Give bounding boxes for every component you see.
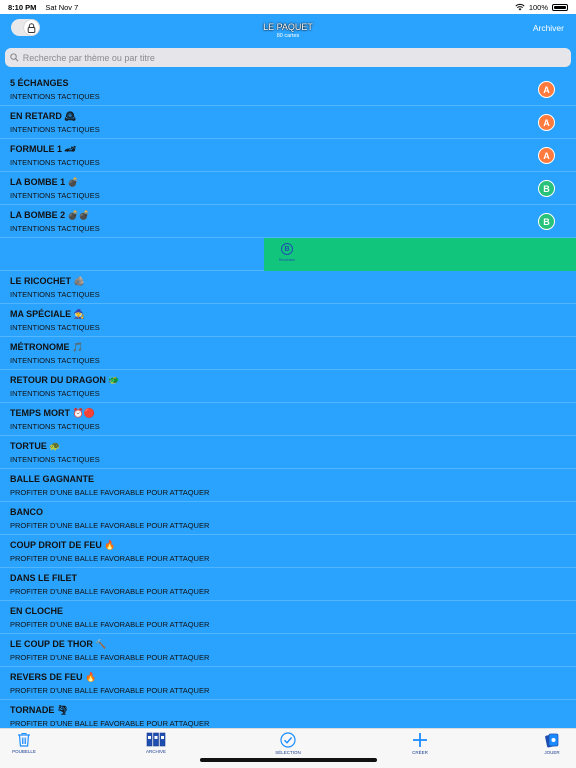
plus-icon: [413, 733, 427, 747]
swipe-action-icon: B: [281, 243, 293, 255]
card-theme: PROFITER D'UNE BALLE FAVORABLE POUR ATTA…: [10, 587, 210, 596]
card-theme: INTENTIONS TACTIQUES: [10, 389, 100, 398]
card-title: TORNADE 🌪: [10, 705, 69, 715]
cards-icon: [545, 733, 559, 748]
card-theme: INTENTIONS TACTIQUES: [10, 422, 100, 431]
trash-icon: [18, 733, 30, 747]
card-title: RETOUR DU DRAGON 🐲: [10, 375, 120, 385]
card-theme: PROFITER D'UNE BALLE FAVORABLE POUR ATTA…: [10, 719, 210, 728]
list-item[interactable]: DANS LE FILET PROFITER D'UNE BALLE FAVORA…: [0, 568, 576, 601]
status-date: Sat Nov 7: [45, 2, 79, 12]
archive-link[interactable]: Archiver: [533, 23, 564, 33]
list-item[interactable]: COUP DROIT DE FEU 🔥 PROFITER D'UNE BALLE …: [0, 535, 576, 568]
card-title: LA BOMBE 1 💣: [10, 177, 79, 187]
list-item[interactable]: LA BOMBE 1 💣 INTENTIONS TACTIQUES B: [0, 172, 576, 205]
card-title: TEMPS MORT ⏰🔴: [10, 408, 95, 418]
list-item[interactable]: TORTUE 🐢 INTENTIONS TACTIQUES: [0, 436, 576, 469]
tab-label: ARCHIVE: [145, 749, 166, 754]
tab-label: SÉLECTION: [275, 750, 301, 755]
list-item[interactable]: LE COUP DE THOR 🔨 PROFITER D'UNE BALLE FA…: [0, 634, 576, 667]
list-item[interactable]: FORMULE 1 🏎 INTENTIONS TACTIQUES A: [0, 139, 576, 172]
card-theme: INTENTIONS TACTIQUES: [10, 323, 100, 332]
card-list: 5 ÉCHANGES INTENTIONS TACTIQUES A EN RETARD…: [0, 73, 576, 728]
level-badge: A: [538, 81, 555, 98]
card-title: FORMULE 1 🏎: [10, 144, 76, 154]
card-title: MA SPÉCIALE 🧙: [10, 309, 85, 319]
card-theme: INTENTIONS TACTIQUES: [10, 224, 100, 233]
swipe-action-panel: B Résolution: [264, 238, 576, 271]
card-title: TORTUE 🐢: [10, 441, 61, 451]
list-item[interactable]: RETOUR DU DRAGON 🐲 INTENTIONS TACTIQUES: [0, 370, 576, 403]
card-title: LE RICOCHET 🪨: [10, 276, 85, 286]
search-icon: [10, 53, 19, 62]
wifi-icon: [515, 3, 525, 11]
search-box[interactable]: [5, 48, 571, 67]
card-title: COUP DROIT DE FEU 🔥: [10, 540, 116, 550]
swipe-action-button[interactable]: B Résolution: [276, 243, 298, 262]
tab-archive[interactable]: ARCHIVE: [136, 732, 176, 754]
list-item[interactable]: REVERS DE FEU 🔥 PROFITER D'UNE BALLE FAVO…: [0, 667, 576, 700]
card-theme: INTENTIONS TACTIQUES: [10, 356, 100, 365]
status-bar: 8:10 PM Sat Nov 7 100%: [0, 0, 576, 14]
card-title: EN CLOCHE: [10, 606, 64, 616]
swipe-action-label: Résolution: [278, 258, 296, 262]
tab-poubelle[interactable]: POUBELLE: [4, 732, 44, 754]
list-item[interactable]: TORNADE 🌪 PROFITER D'UNE BALLE FAVORABLE …: [0, 700, 576, 728]
card-theme: PROFITER D'UNE BALLE FAVORABLE POUR ATTA…: [10, 521, 210, 530]
card-theme: INTENTIONS TACTIQUES: [10, 455, 100, 464]
list-item[interactable]: EN RETARD 🕰 INTENTIONS TACTIQUES A: [0, 106, 576, 139]
home-indicator: [200, 758, 377, 762]
card-theme: INTENTIONS TACTIQUES: [10, 92, 100, 101]
card-title: 5 ÉCHANGES: [10, 78, 69, 88]
level-badge: B: [538, 213, 555, 230]
list-item[interactable]: BANCO PROFITER D'UNE BALLE FAVORABLE POUR…: [0, 502, 576, 535]
card-theme: INTENTIONS TACTIQUES: [10, 191, 100, 200]
status-time: 8:10 PM: [8, 2, 37, 12]
tab-label: POUBELLE: [12, 749, 36, 754]
tab-label: JOUER: [544, 750, 560, 755]
card-theme: PROFITER D'UNE BALLE FAVORABLE POUR ATTA…: [10, 488, 210, 497]
list-item[interactable]: BALLE GAGNANTE PROFITER D'UNE BALLE FAVOR…: [0, 469, 576, 502]
battery-icon: [552, 3, 568, 11]
card-title: EN RETARD 🕰: [10, 111, 76, 121]
card-theme: PROFITER D'UNE BALLE FAVORABLE POUR ATTA…: [10, 620, 210, 629]
card-theme: INTENTIONS TACTIQUES: [10, 125, 100, 134]
search-bar: [0, 42, 576, 73]
list-item-swiped[interactable]: B Résolution: [0, 238, 576, 271]
card-title: BALLE GAGNANTE: [10, 474, 94, 484]
battery-percent: 100%: [528, 2, 548, 12]
list-item[interactable]: EN CLOCHE PROFITER D'UNE BALLE FAVORABLE …: [0, 601, 576, 634]
card-theme: PROFITER D'UNE BALLE FAVORABLE POUR ATTA…: [10, 686, 210, 695]
card-theme: INTENTIONS TACTIQUES: [10, 158, 100, 167]
tab-selection[interactable]: SÉLECTION: [268, 732, 308, 755]
card-count: 80 cartes: [276, 33, 300, 39]
list-item[interactable]: MÉTRONOME 🎵 INTENTIONS TACTIQUES: [0, 337, 576, 370]
list-item[interactable]: LE RICOCHET 🪨 INTENTIONS TACTIQUES: [0, 271, 576, 304]
card-title: LE COUP DE THOR 🔨: [10, 639, 107, 649]
card-title: MÉTRONOME 🎵: [10, 342, 84, 352]
nav-bar: LE PAQUET 80 cartes Archiver: [0, 14, 576, 42]
card-title: REVERS DE FEU 🔥: [10, 672, 97, 682]
search-input[interactable]: [22, 52, 571, 63]
checkmark-circle-icon: [280, 732, 296, 748]
card-theme: PROFITER D'UNE BALLE FAVORABLE POUR ATTA…: [10, 554, 210, 563]
card-title: LA BOMBE 2 💣💣: [10, 210, 91, 220]
binders-icon: [146, 732, 166, 747]
page-title: LE PAQUET: [263, 22, 313, 32]
card-theme: INTENTIONS TACTIQUES: [10, 290, 100, 299]
level-badge: B: [538, 180, 555, 197]
card-title: BANCO: [10, 507, 43, 517]
card-title: DANS LE FILET: [10, 573, 77, 583]
tab-bar: POUBELLE ARCHIVE SÉLECTION CRÉER JOUER: [0, 728, 576, 768]
list-item[interactable]: 5 ÉCHANGES INTENTIONS TACTIQUES A: [0, 73, 576, 106]
level-badge: A: [538, 114, 555, 131]
list-item[interactable]: MA SPÉCIALE 🧙 INTENTIONS TACTIQUES: [0, 304, 576, 337]
tab-label: CRÉER: [412, 750, 428, 755]
tab-jouer[interactable]: JOUER: [532, 732, 572, 755]
list-item[interactable]: TEMPS MORT ⏰🔴 INTENTIONS TACTIQUES: [0, 403, 576, 436]
list-item[interactable]: LA BOMBE 2 💣💣 INTENTIONS TACTIQUES B: [0, 205, 576, 238]
level-badge: A: [538, 147, 555, 164]
tab-creer[interactable]: CRÉER: [400, 732, 440, 755]
card-theme: PROFITER D'UNE BALLE FAVORABLE POUR ATTA…: [10, 653, 210, 662]
